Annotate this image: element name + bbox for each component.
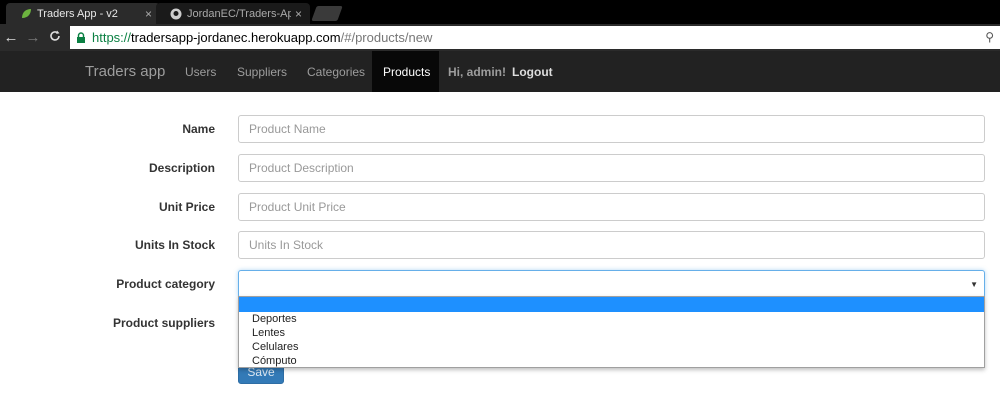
logout-link[interactable]: Logout xyxy=(512,65,553,79)
tab-title: JordanEC/Traders-App xyxy=(187,7,291,20)
name-label: Name xyxy=(182,122,215,136)
close-icon[interactable]: × xyxy=(145,7,152,21)
dropdown-arrow-icon: ▼ xyxy=(970,280,978,289)
form-row-unit-price: Unit Price Product Unit Price xyxy=(0,193,1000,221)
nav-users[interactable]: Users xyxy=(185,65,216,79)
unit-price-input[interactable]: Product Unit Price xyxy=(238,193,985,221)
tab-title: Traders App - v2 xyxy=(37,7,118,20)
browser-tab[interactable]: JordanEC/Traders-App × xyxy=(156,3,310,24)
address-bar[interactable]: https://tradersapp-jordanec.herokuapp.co… xyxy=(70,26,1000,49)
brand-link[interactable]: Traders app xyxy=(85,63,165,80)
url-path: /#/products/new xyxy=(340,30,433,45)
category-option-blank[interactable] xyxy=(239,297,984,312)
units-in-stock-input[interactable]: Units In Stock xyxy=(238,231,985,259)
lock-icon xyxy=(77,32,85,43)
category-select[interactable]: ▼ xyxy=(238,270,985,298)
back-button[interactable]: ← xyxy=(0,29,22,46)
description-input[interactable]: Product Description xyxy=(238,154,985,182)
category-option[interactable]: Celulares xyxy=(239,340,984,354)
app-navbar: Traders app Users Suppliers Categories P… xyxy=(0,51,1000,92)
url-scheme: https:// xyxy=(92,30,132,45)
category-dropdown-list: Deportes Lentes Celulares Cómputo xyxy=(238,296,985,368)
greeting: Hi, admin! xyxy=(448,65,507,79)
unit-price-label: Unit Price xyxy=(158,200,215,214)
browser-tab-active[interactable]: Traders App - v2 × xyxy=(6,3,160,24)
category-option[interactable]: Lentes xyxy=(239,326,984,340)
form-row-name: Name Product Name xyxy=(0,115,1000,143)
close-icon[interactable]: × xyxy=(295,7,302,21)
nav-categories[interactable]: Categories xyxy=(307,65,365,79)
form-row-description: Description Product Description xyxy=(0,154,1000,182)
url-host: tradersapp-jordanec.herokuapp.com xyxy=(131,30,341,45)
nav-products[interactable]: Products xyxy=(372,51,439,92)
category-option[interactable]: Cómputo xyxy=(239,354,984,368)
new-tab-button[interactable] xyxy=(311,6,343,21)
suppliers-label: Product suppliers xyxy=(112,316,215,330)
reload-icon[interactable] xyxy=(44,29,66,46)
key-icon[interactable]: ⚲ xyxy=(985,30,994,44)
github-icon xyxy=(170,8,182,19)
description-label: Description xyxy=(148,161,215,175)
units-in-stock-label: Units In Stock xyxy=(134,238,215,252)
category-option[interactable]: Deportes xyxy=(239,312,984,326)
browser-toolbar: ← → https://tradersapp-jordanec.herokuap… xyxy=(0,24,1000,51)
leaf-icon xyxy=(22,8,31,18)
browser-tabstrip: Traders App - v2 × JordanEC/Traders-App … xyxy=(0,0,1000,24)
name-input[interactable]: Product Name xyxy=(238,115,985,143)
nav-suppliers[interactable]: Suppliers xyxy=(237,65,287,79)
form-row-category: Product category ▼ xyxy=(0,270,1000,298)
form-row-units-in-stock: Units In Stock Units In Stock xyxy=(0,231,1000,259)
forward-button[interactable]: → xyxy=(22,29,44,46)
category-label: Product category xyxy=(116,277,215,291)
